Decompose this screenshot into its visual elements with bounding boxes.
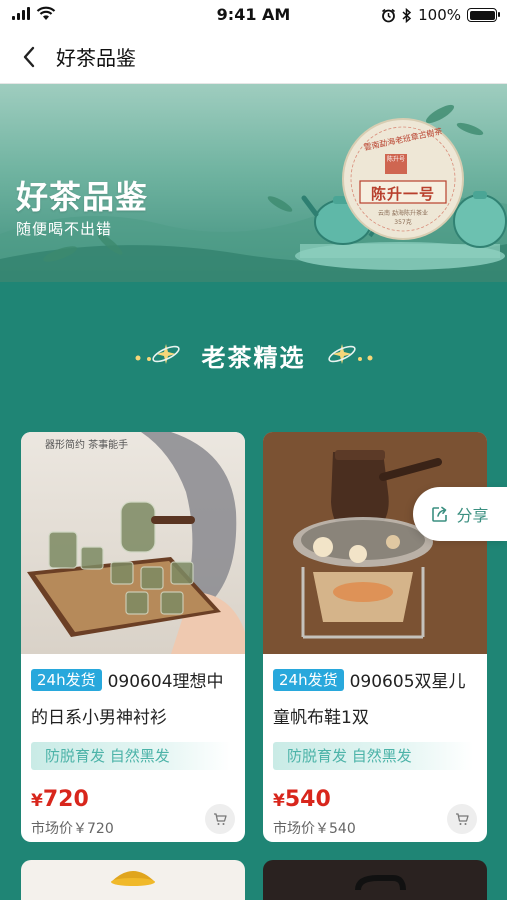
bluetooth-icon (402, 7, 412, 23)
currency-symbol: ¥ (31, 791, 43, 811)
status-bar: 9:41 AM 100% (0, 0, 507, 30)
market-price: 市场价￥720 (31, 821, 114, 837)
product-card[interactable] (263, 860, 487, 900)
currency-symbol: ¥ (273, 791, 285, 811)
tea-cake-label: 陈升一号 (370, 185, 435, 203)
add-to-cart-button[interactable] (447, 804, 477, 834)
chevron-left-icon (23, 46, 35, 68)
price-value: 720 (42, 787, 89, 812)
banner-title: 好茶品鉴 (16, 178, 149, 216)
share-button[interactable]: 分享 (413, 487, 507, 541)
sparkle-planet-icon (135, 344, 180, 364)
hero-banner: 雲南勐海老班章古樹茶 陈升号 陈升一号 云南 勐海陈升茶业 357克 好茶品鉴 … (0, 84, 507, 282)
product-image (355, 875, 406, 891)
product-image (111, 871, 155, 886)
product-card[interactable] (21, 860, 245, 900)
product-slogan: 防脱育发 自然黑发 (31, 742, 231, 770)
shipping-badge: 24h发货 (273, 669, 344, 691)
tea-cake-stamp: 陈升号 (386, 156, 405, 163)
glass-tea-set-image (27, 432, 245, 654)
product-title: 24h发货 090604理想中的日系小男神衬衫 (31, 664, 239, 736)
clay-pot-on-stove-image (263, 432, 487, 654)
back-button[interactable] (14, 42, 44, 72)
image-caption: 器形简约 茶事能手 (45, 440, 129, 451)
add-to-cart-button[interactable] (205, 804, 235, 834)
price-value: 540 (284, 787, 331, 812)
market-price: 市场价￥540 (273, 821, 356, 837)
product-title: 24h发货 090605双星儿童帆布鞋1双 (273, 664, 481, 736)
section-title: 老茶精选 (201, 343, 306, 372)
sparkle-planet-icon (327, 344, 372, 364)
product-slogan: 防脱育发 自然黑发 (273, 742, 473, 770)
shipping-badge: 24h发货 (31, 669, 102, 691)
status-right: 100% (381, 6, 500, 24)
battery-percent: 100% (418, 6, 461, 24)
cart-icon (456, 812, 469, 825)
banner-subtitle: 随便喝不出错 (16, 220, 113, 238)
product-price: ¥540 (273, 787, 331, 812)
product-card[interactable]: 器形简约 茶事能手 24h发货 090604理想中的日系小男神衬衫 防脱育发 自然… (21, 432, 245, 842)
share-icon (432, 506, 448, 522)
navigation-bar: 好茶品鉴 (0, 30, 507, 84)
alarm-icon (382, 8, 396, 22)
product-image (263, 432, 487, 654)
cart-icon (214, 812, 227, 825)
battery-icon (467, 8, 500, 22)
tea-cake-weight: 357克 (394, 219, 412, 226)
product-image: 器形简约 茶事能手 (21, 432, 245, 654)
tea-cake-small-text: 云南 勐海陈升茶业 (378, 210, 428, 217)
product-price: ¥720 (31, 787, 89, 812)
section-header: 老茶精选 (0, 330, 507, 380)
share-label: 分享 (456, 506, 489, 525)
page-title: 好茶品鉴 (56, 46, 136, 70)
